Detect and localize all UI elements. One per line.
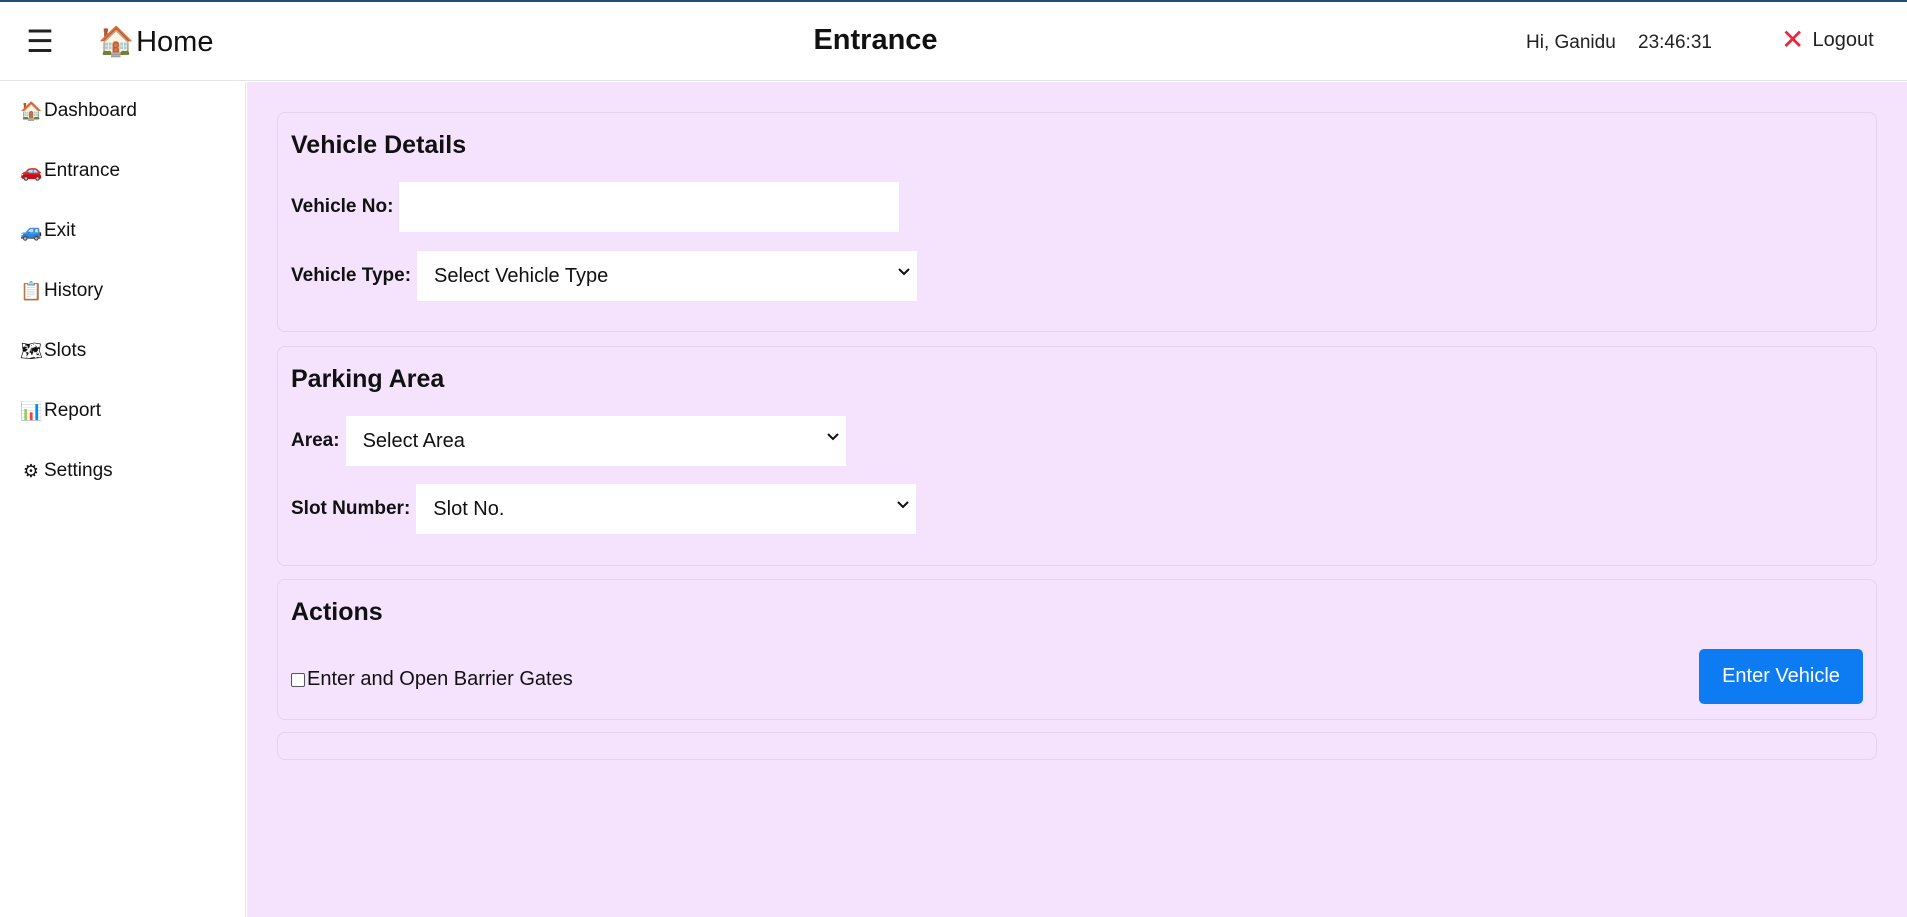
main-content: Vehicle Details Vehicle No: Vehicle Type… — [247, 82, 1907, 917]
sidebar-item-label: Exit — [44, 220, 76, 241]
parking-area-heading: Parking Area — [291, 365, 445, 393]
sidebar-item-label: Report — [44, 400, 102, 421]
vehicle-no-label: Vehicle No: — [291, 196, 394, 217]
sidebar-item-settings[interactable]: ⚙ Settings — [20, 456, 113, 486]
vehicle-details-heading: Vehicle Details — [291, 131, 467, 159]
vehicle-type-selected: Select Vehicle Type — [434, 264, 609, 287]
slot-number-label: Slot Number: — [291, 498, 411, 519]
logout-label: Logout — [1812, 28, 1874, 51]
slot-number-row: Slot Number: Slot No. — [291, 484, 917, 534]
sidebar-item-label: History — [44, 280, 104, 301]
close-icon: ✕ — [1781, 24, 1805, 55]
sidebar-item-dashboard[interactable]: 🏠 Dashboard — [20, 96, 137, 126]
vehicle-no-row: Vehicle No: — [291, 182, 900, 232]
parking-area-card: Parking Area Area: Select Area Slot Numb… — [277, 346, 1877, 566]
enter-vehicle-button[interactable]: Enter Vehicle — [1699, 649, 1863, 704]
vehicle-type-label: Vehicle Type: — [291, 265, 412, 286]
actions-card: Actions Enter and Open Barrier Gates Ent… — [277, 579, 1877, 720]
chevron-down-icon — [898, 268, 910, 276]
open-barrier-label: Enter and Open Barrier Gates — [307, 668, 573, 690]
house-icon: 🏠 — [20, 100, 43, 121]
vehicle-type-row: Vehicle Type: Select Vehicle Type — [291, 251, 918, 301]
user-greeting: Hi, Ganidu — [1526, 32, 1616, 53]
sidebar-item-label: Slots — [44, 340, 87, 361]
sidebar-item-slots[interactable]: 🗺 Slots — [20, 336, 86, 366]
barrier-gate-option: Enter and Open Barrier Gates — [291, 668, 573, 691]
actions-heading: Actions — [291, 598, 383, 626]
logout-button[interactable]: ✕ Logout — [1781, 26, 1874, 54]
map-icon: 🗺 — [20, 340, 43, 361]
sidebar-item-entrance[interactable]: 🚗 Entrance — [20, 156, 120, 186]
clock: 23:46:31 — [1638, 32, 1712, 53]
bar-chart-icon: 📊 — [20, 400, 43, 421]
sidebar-item-exit[interactable]: 🚙 Exit — [20, 216, 76, 246]
sidebar-item-label: Entrance — [44, 160, 121, 181]
slot-number-select[interactable]: Slot No. — [416, 484, 917, 534]
vehicle-no-input[interactable] — [399, 182, 900, 232]
empty-card — [277, 732, 1877, 760]
sidebar: 🏠 Dashboard 🚗 Entrance 🚙 Exit 📋 History … — [0, 82, 246, 917]
page-title: Entrance — [813, 24, 938, 56]
area-label: Area: — [291, 430, 340, 451]
area-row: Area: Select Area — [291, 416, 846, 466]
slot-number-selected: Slot No. — [433, 497, 505, 520]
area-selected: Select Area — [362, 429, 465, 452]
open-barrier-checkbox[interactable] — [291, 672, 305, 687]
vehicle-details-card: Vehicle Details Vehicle No: Vehicle Type… — [277, 112, 1877, 332]
sidebar-item-history[interactable]: 📋 History — [20, 276, 103, 306]
chevron-down-icon — [826, 433, 839, 441]
chevron-down-icon — [897, 501, 909, 509]
gear-icon: ⚙ — [22, 460, 40, 481]
sidebar-item-label: Dashboard — [44, 100, 137, 121]
clipboard-icon: 📋 — [20, 280, 43, 301]
area-select[interactable]: Select Area — [345, 416, 846, 466]
vehicle-type-select[interactable]: Select Vehicle Type — [417, 251, 918, 301]
sidebar-item-report[interactable]: 📊 Report — [20, 396, 101, 426]
car-exit-icon: 🚙 — [20, 220, 43, 241]
car-icon: 🚗 — [20, 160, 43, 181]
sidebar-item-label: Settings — [44, 460, 113, 481]
top-bar: ☰ 🏠 Home Entrance Hi, Ganidu 23:46:31 ✕ … — [0, 2, 1907, 81]
